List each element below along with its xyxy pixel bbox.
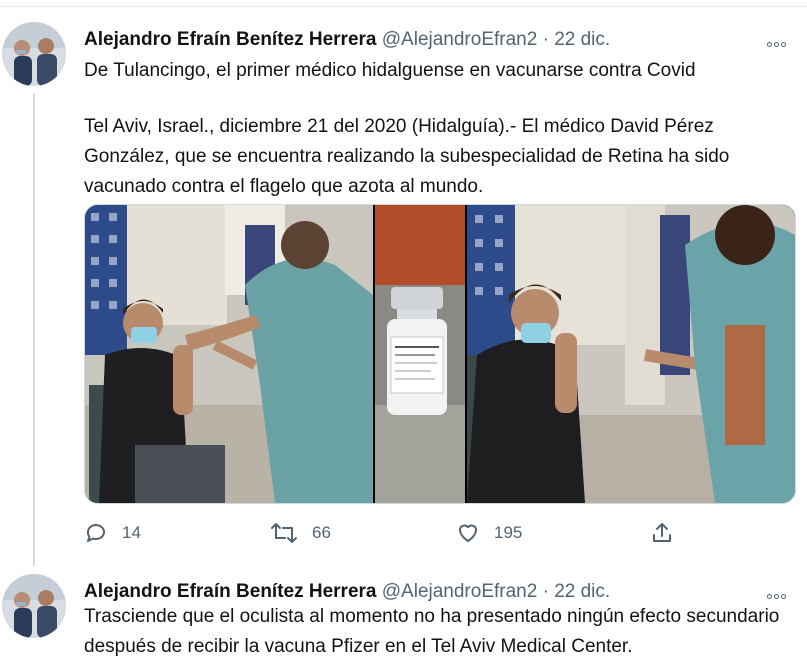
tweet[interactable]: Alejandro Efraín Benítez Herrera @Alejan… xyxy=(0,14,807,566)
more-icon[interactable] xyxy=(767,34,795,47)
reply-button[interactable]: 14 xyxy=(84,518,141,548)
retweet-count: 66 xyxy=(312,523,331,542)
tweet-actions: 14 66 195 xyxy=(84,518,684,548)
tweet-header: Alejandro Efraín Benítez Herrera @Alejan… xyxy=(84,580,610,604)
like-button[interactable]: 195 xyxy=(456,518,522,548)
tweet-text: Tel Aviv, Israel., diciembre 21 del 2020… xyxy=(84,116,730,197)
tweet-date[interactable]: 22 dic. xyxy=(554,581,610,602)
like-icon xyxy=(459,524,477,542)
reply-count: 14 xyxy=(122,523,141,542)
share-icon xyxy=(653,523,671,542)
tweet-header: Alejandro Efraín Benítez Herrera @Alejan… xyxy=(84,28,610,52)
user-handle[interactable]: @AlejandroEfran2 xyxy=(382,29,538,50)
avatar[interactable] xyxy=(2,22,66,86)
reply-icon xyxy=(86,524,105,542)
tweet[interactable]: Alejandro Efraín Benítez Herrera @Alejan… xyxy=(0,566,807,663)
share-button[interactable] xyxy=(650,518,688,548)
tweet-date[interactable]: 22 dic. xyxy=(554,29,610,50)
display-name[interactable]: Alejandro Efraín Benítez Herrera xyxy=(84,581,376,602)
retweet-button[interactable]: 66 xyxy=(270,518,331,548)
avatar[interactable] xyxy=(2,574,66,638)
retweet-icon xyxy=(271,523,297,543)
tweet-media-photos[interactable] xyxy=(84,204,796,504)
separator-dot: · xyxy=(542,581,549,602)
separator-dot: · xyxy=(542,29,549,50)
timeline-top-border xyxy=(0,0,807,7)
vaccination-photos[interactable] xyxy=(85,205,795,503)
thread-line xyxy=(33,94,35,566)
user-handle[interactable]: @AlejandroEfran2 xyxy=(382,581,538,602)
tweet-headline: De Tulancingo, el primer médico hidalgue… xyxy=(84,60,696,81)
display-name[interactable]: Alejandro Efraín Benítez Herrera xyxy=(84,29,376,50)
like-count: 195 xyxy=(494,523,523,542)
tweet-text: Trasciende que el oculista al momento no… xyxy=(84,606,780,657)
more-icon[interactable] xyxy=(767,586,795,599)
